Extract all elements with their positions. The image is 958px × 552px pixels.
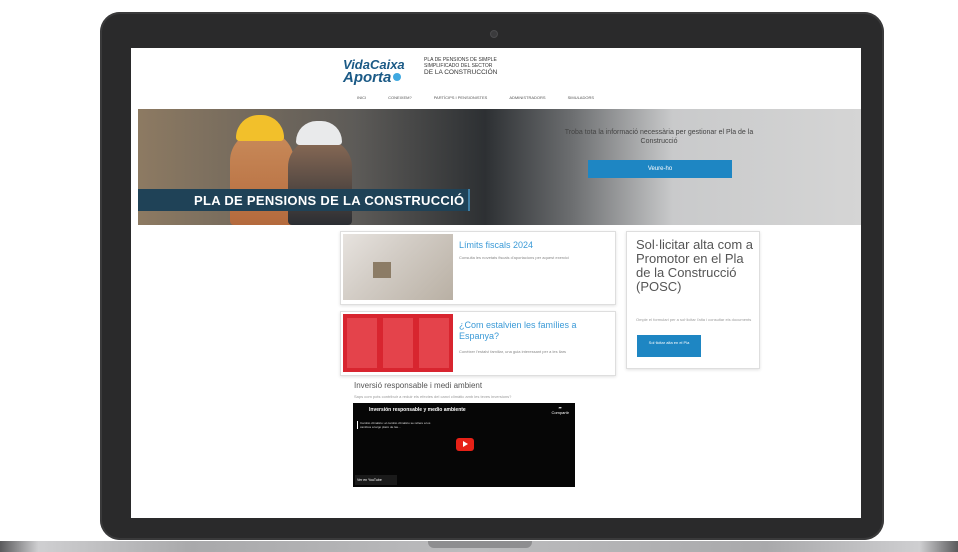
infographic-panel: [383, 318, 413, 368]
laptop-notch: [428, 541, 532, 548]
infographic-panel: [347, 318, 377, 368]
card-title[interactable]: ¿Com estalvien les famílies a Espanya?: [459, 320, 609, 342]
video-overlay-text: Cambio climático: el cambio climático se…: [357, 421, 436, 429]
hero-title: PLA DE PENSIONS DE LA CONSTRUCCIÓ: [194, 193, 465, 208]
hard-hat-yellow-icon: [236, 115, 284, 141]
site-header: VidaCaixa Aporta PLA DE PENSIONS DE SIMP…: [131, 48, 861, 90]
nav-item-coneixem[interactable]: CONEIXEM?: [388, 94, 412, 102]
video-section-subheading: Saps com pots contribuir a reduir els ef…: [354, 394, 512, 399]
card-estalvi-families[interactable]: ¿Com estalvien les famílies a Espanya? C…: [340, 311, 616, 376]
nav-item-inici[interactable]: INICI: [357, 94, 366, 102]
hero-cta-button[interactable]: Veure-ho: [588, 160, 732, 178]
hero-title-box: PLA DE PENSIONS DE LA CONSTRUCCIÓ: [138, 189, 470, 211]
plan-name-line-3: DE LA CONSTRUCCIÓN: [424, 69, 498, 76]
infographic-panel: [419, 318, 449, 368]
logo-aporta-text: Aporta: [343, 69, 392, 86]
hard-hat-white-icon: [296, 121, 342, 145]
card-description: Conèixer l'estalvi familiar, una guia in…: [459, 349, 567, 354]
logo-dot-icon: [393, 73, 402, 81]
laptop-screen: VidaCaixa Aporta PLA DE PENSIONS DE SIMP…: [131, 48, 861, 518]
side-card-description: Omple el formulari per a sol·licitar l'a…: [636, 317, 752, 322]
main-nav: INICI CONEIXEM? PARTÍCIPS I PENSIONISTES…: [357, 94, 616, 102]
side-card-title: Sol·licitar alta com a Promotor en el Pl…: [636, 237, 754, 294]
nav-item-administradors[interactable]: ADMINISTRADORS: [509, 94, 545, 102]
nav-item-simuladors[interactable]: SIMULADORS: [568, 94, 594, 102]
house-model-icon: [373, 262, 391, 278]
hero-banner: PLA DE PENSIONS DE LA CONSTRUCCIÓ Troba …: [138, 109, 861, 225]
youtube-embed[interactable]: Inversión responsable y medio ambiente ➦…: [353, 403, 575, 487]
nav-item-participants[interactable]: PARTÍCIPS I PENSIONISTES: [434, 94, 488, 102]
alta-promotor-button[interactable]: Sol·licitar alta en el Pla: [637, 335, 701, 357]
card-image-infographic: [343, 314, 453, 372]
share-label: Compartir: [551, 410, 569, 415]
card-limits-fiscals[interactable]: Límits fiscals 2024 Consulta les novetat…: [340, 231, 616, 305]
video-section-heading: Inversió responsable i medi ambient: [354, 381, 483, 390]
play-button-icon[interactable]: [456, 438, 474, 451]
hero-photo-engineer: [288, 139, 352, 225]
card-title[interactable]: Límits fiscals 2024: [459, 240, 533, 251]
camera-icon: [490, 30, 498, 38]
card-description: Consulta les novetats fiscals d'aportaci…: [459, 255, 569, 260]
hero-text: Troba tota la informació necessària per …: [564, 129, 754, 145]
card-image-calculator: [343, 234, 453, 300]
watch-on-youtube-link[interactable]: Ver en YouTube: [355, 475, 397, 485]
logo-aporta[interactable]: Aporta: [343, 69, 402, 86]
share-button[interactable]: ➦ Compartir: [551, 405, 569, 415]
card-alta-promotor: Sol·licitar alta com a Promotor en el Pl…: [626, 231, 760, 369]
video-title[interactable]: Inversión responsable y medio ambiente: [369, 407, 466, 413]
